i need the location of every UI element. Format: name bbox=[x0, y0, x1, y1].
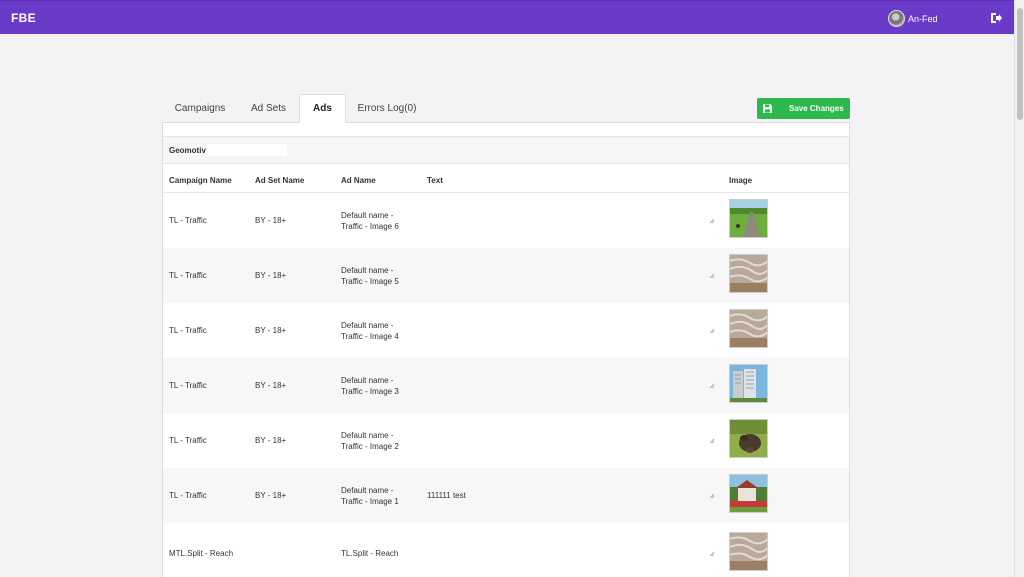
ad-name-line1: Default name - bbox=[341, 321, 394, 330]
field-road-photo bbox=[730, 200, 767, 237]
header-text[interactable]: Text bbox=[427, 176, 443, 185]
ad-name-line2: Traffic - Image 5 bbox=[341, 277, 399, 286]
account-filter-input[interactable] bbox=[207, 144, 287, 156]
ad-name-line2: Traffic - Image 6 bbox=[341, 222, 399, 231]
ad-image-thumbnail[interactable] bbox=[729, 309, 768, 348]
tab-campaigns[interactable]: Campaigns bbox=[162, 94, 238, 123]
scrollbar-thumb[interactable] bbox=[1017, 8, 1023, 120]
ad-image-thumbnail[interactable] bbox=[729, 364, 768, 403]
cell-campaign-name: TL - Traffic bbox=[169, 271, 207, 280]
table-row: TL - Traffic BY - 18+ Default name - Tra… bbox=[163, 358, 849, 413]
cell-ad-name: Default name - Traffic - Image 3 bbox=[341, 375, 411, 397]
avatar[interactable] bbox=[888, 10, 905, 27]
ad-image-thumbnail[interactable] bbox=[729, 199, 768, 238]
ads-panel: Geomotiv Campaign Name Ad Set Name Ad Na… bbox=[162, 122, 850, 577]
table-row: TL - Traffic BY - 18+ Default name - Tra… bbox=[163, 413, 849, 468]
ad-name-line1: Default name - bbox=[341, 211, 394, 220]
resize-handle-icon[interactable] bbox=[709, 383, 715, 389]
header-ad-name[interactable]: Ad Name bbox=[341, 176, 376, 185]
header-campaign-name[interactable]: Campaign Name bbox=[169, 176, 232, 185]
table-row: TL - Traffic BY - 18+ Default name - Tra… bbox=[163, 303, 849, 358]
house-garden-photo bbox=[730, 475, 767, 512]
cell-campaign-name: TL - Traffic bbox=[169, 436, 207, 445]
ad-name-line1: Default name - bbox=[341, 376, 394, 385]
table-row: TL - Traffic BY - 18+ Default name - Tra… bbox=[163, 248, 849, 303]
cell-campaign-name: TL - Traffic bbox=[169, 381, 207, 390]
ad-image-thumbnail[interactable] bbox=[729, 532, 768, 571]
ad-image-thumbnail[interactable] bbox=[729, 419, 768, 458]
cell-campaign-name: TL - Traffic bbox=[169, 326, 207, 335]
text-input[interactable]: 111111 test bbox=[427, 490, 466, 501]
ad-name-line1: TL.Split - Reach bbox=[341, 549, 399, 558]
resize-handle-icon[interactable] bbox=[709, 493, 715, 499]
cell-ad-set-name: BY - 18+ bbox=[255, 491, 287, 500]
resize-handle-icon[interactable] bbox=[709, 438, 715, 444]
dune-texture-photo bbox=[730, 255, 767, 292]
logout-icon[interactable] bbox=[990, 12, 1002, 24]
cell-ad-name: Default name - Traffic - Image 5 bbox=[341, 265, 411, 287]
resize-handle-icon[interactable] bbox=[709, 218, 715, 224]
tab-bar: Campaigns Ad Sets Ads Errors Log(0) bbox=[162, 94, 416, 123]
username[interactable]: An-Fed bbox=[908, 14, 938, 24]
cell-ad-set-name: BY - 18+ bbox=[255, 326, 287, 335]
ad-name-line2: Traffic - Image 2 bbox=[341, 442, 399, 451]
ad-name-line1: Default name - bbox=[341, 266, 394, 275]
tab-ads[interactable]: Ads bbox=[299, 94, 346, 123]
ad-image-thumbnail[interactable] bbox=[729, 254, 768, 293]
account-name: Geomotiv bbox=[169, 146, 206, 155]
account-row: Geomotiv bbox=[163, 136, 849, 164]
save-changes-label: Save Changes bbox=[789, 104, 844, 113]
resize-handle-icon[interactable] bbox=[709, 273, 715, 279]
dune-texture-photo bbox=[730, 533, 767, 570]
user-menu[interactable]: An-Fed bbox=[888, 10, 938, 27]
header-ad-set-name[interactable]: Ad Set Name bbox=[255, 176, 304, 185]
table-row: TL - Traffic BY - 18+ Default name - Tra… bbox=[163, 468, 849, 523]
floppy-disk-icon bbox=[763, 104, 772, 113]
brand-logo[interactable]: FBE bbox=[11, 11, 36, 25]
resize-handle-icon[interactable] bbox=[709, 551, 715, 557]
cell-ad-name: TL.Split - Reach bbox=[341, 548, 411, 559]
building-photo bbox=[730, 365, 767, 402]
ad-name-line1: Default name - bbox=[341, 486, 394, 495]
cell-ad-set-name: BY - 18+ bbox=[255, 436, 287, 445]
cell-ad-name: Default name - Traffic - Image 1 bbox=[341, 485, 411, 507]
resize-handle-icon[interactable] bbox=[709, 328, 715, 334]
cell-ad-set-name: BY - 18+ bbox=[255, 381, 287, 390]
tab-ad-sets[interactable]: Ad Sets bbox=[238, 94, 299, 123]
ad-name-line2: Traffic - Image 4 bbox=[341, 332, 399, 341]
ad-name-line1: Default name - bbox=[341, 431, 394, 440]
cell-ad-name: Default name - Traffic - Image 6 bbox=[341, 210, 411, 232]
cell-ad-set-name: BY - 18+ bbox=[255, 216, 287, 225]
page-scrollbar[interactable] bbox=[1014, 0, 1024, 577]
dune-texture-photo bbox=[730, 310, 767, 347]
ad-image-thumbnail[interactable] bbox=[729, 474, 768, 513]
ad-name-line2: Traffic - Image 3 bbox=[341, 387, 399, 396]
ad-name-line2: Traffic - Image 1 bbox=[341, 497, 399, 506]
tab-errors-log[interactable]: Errors Log(0) bbox=[352, 94, 422, 123]
table-row: MTL.Split - Reach TL.Split - Reach bbox=[163, 523, 849, 577]
header-image[interactable]: Image bbox=[729, 176, 752, 185]
boar-photo bbox=[730, 420, 767, 457]
cell-campaign-name: TL - Traffic bbox=[169, 491, 207, 500]
cell-ad-name: Default name - Traffic - Image 4 bbox=[341, 320, 411, 342]
top-navbar: FBE An-Fed bbox=[0, 0, 1014, 34]
table-row: TL - Traffic BY - 18+ Default name - Tra… bbox=[163, 193, 849, 248]
cell-campaign-name: TL - Traffic bbox=[169, 216, 207, 225]
cell-ad-set-name: BY - 18+ bbox=[255, 271, 287, 280]
cell-campaign-name: MTL.Split - Reach bbox=[169, 549, 234, 558]
cell-ad-name: Default name - Traffic - Image 2 bbox=[341, 430, 411, 452]
save-changes-button[interactable]: Save Changes bbox=[757, 98, 850, 119]
